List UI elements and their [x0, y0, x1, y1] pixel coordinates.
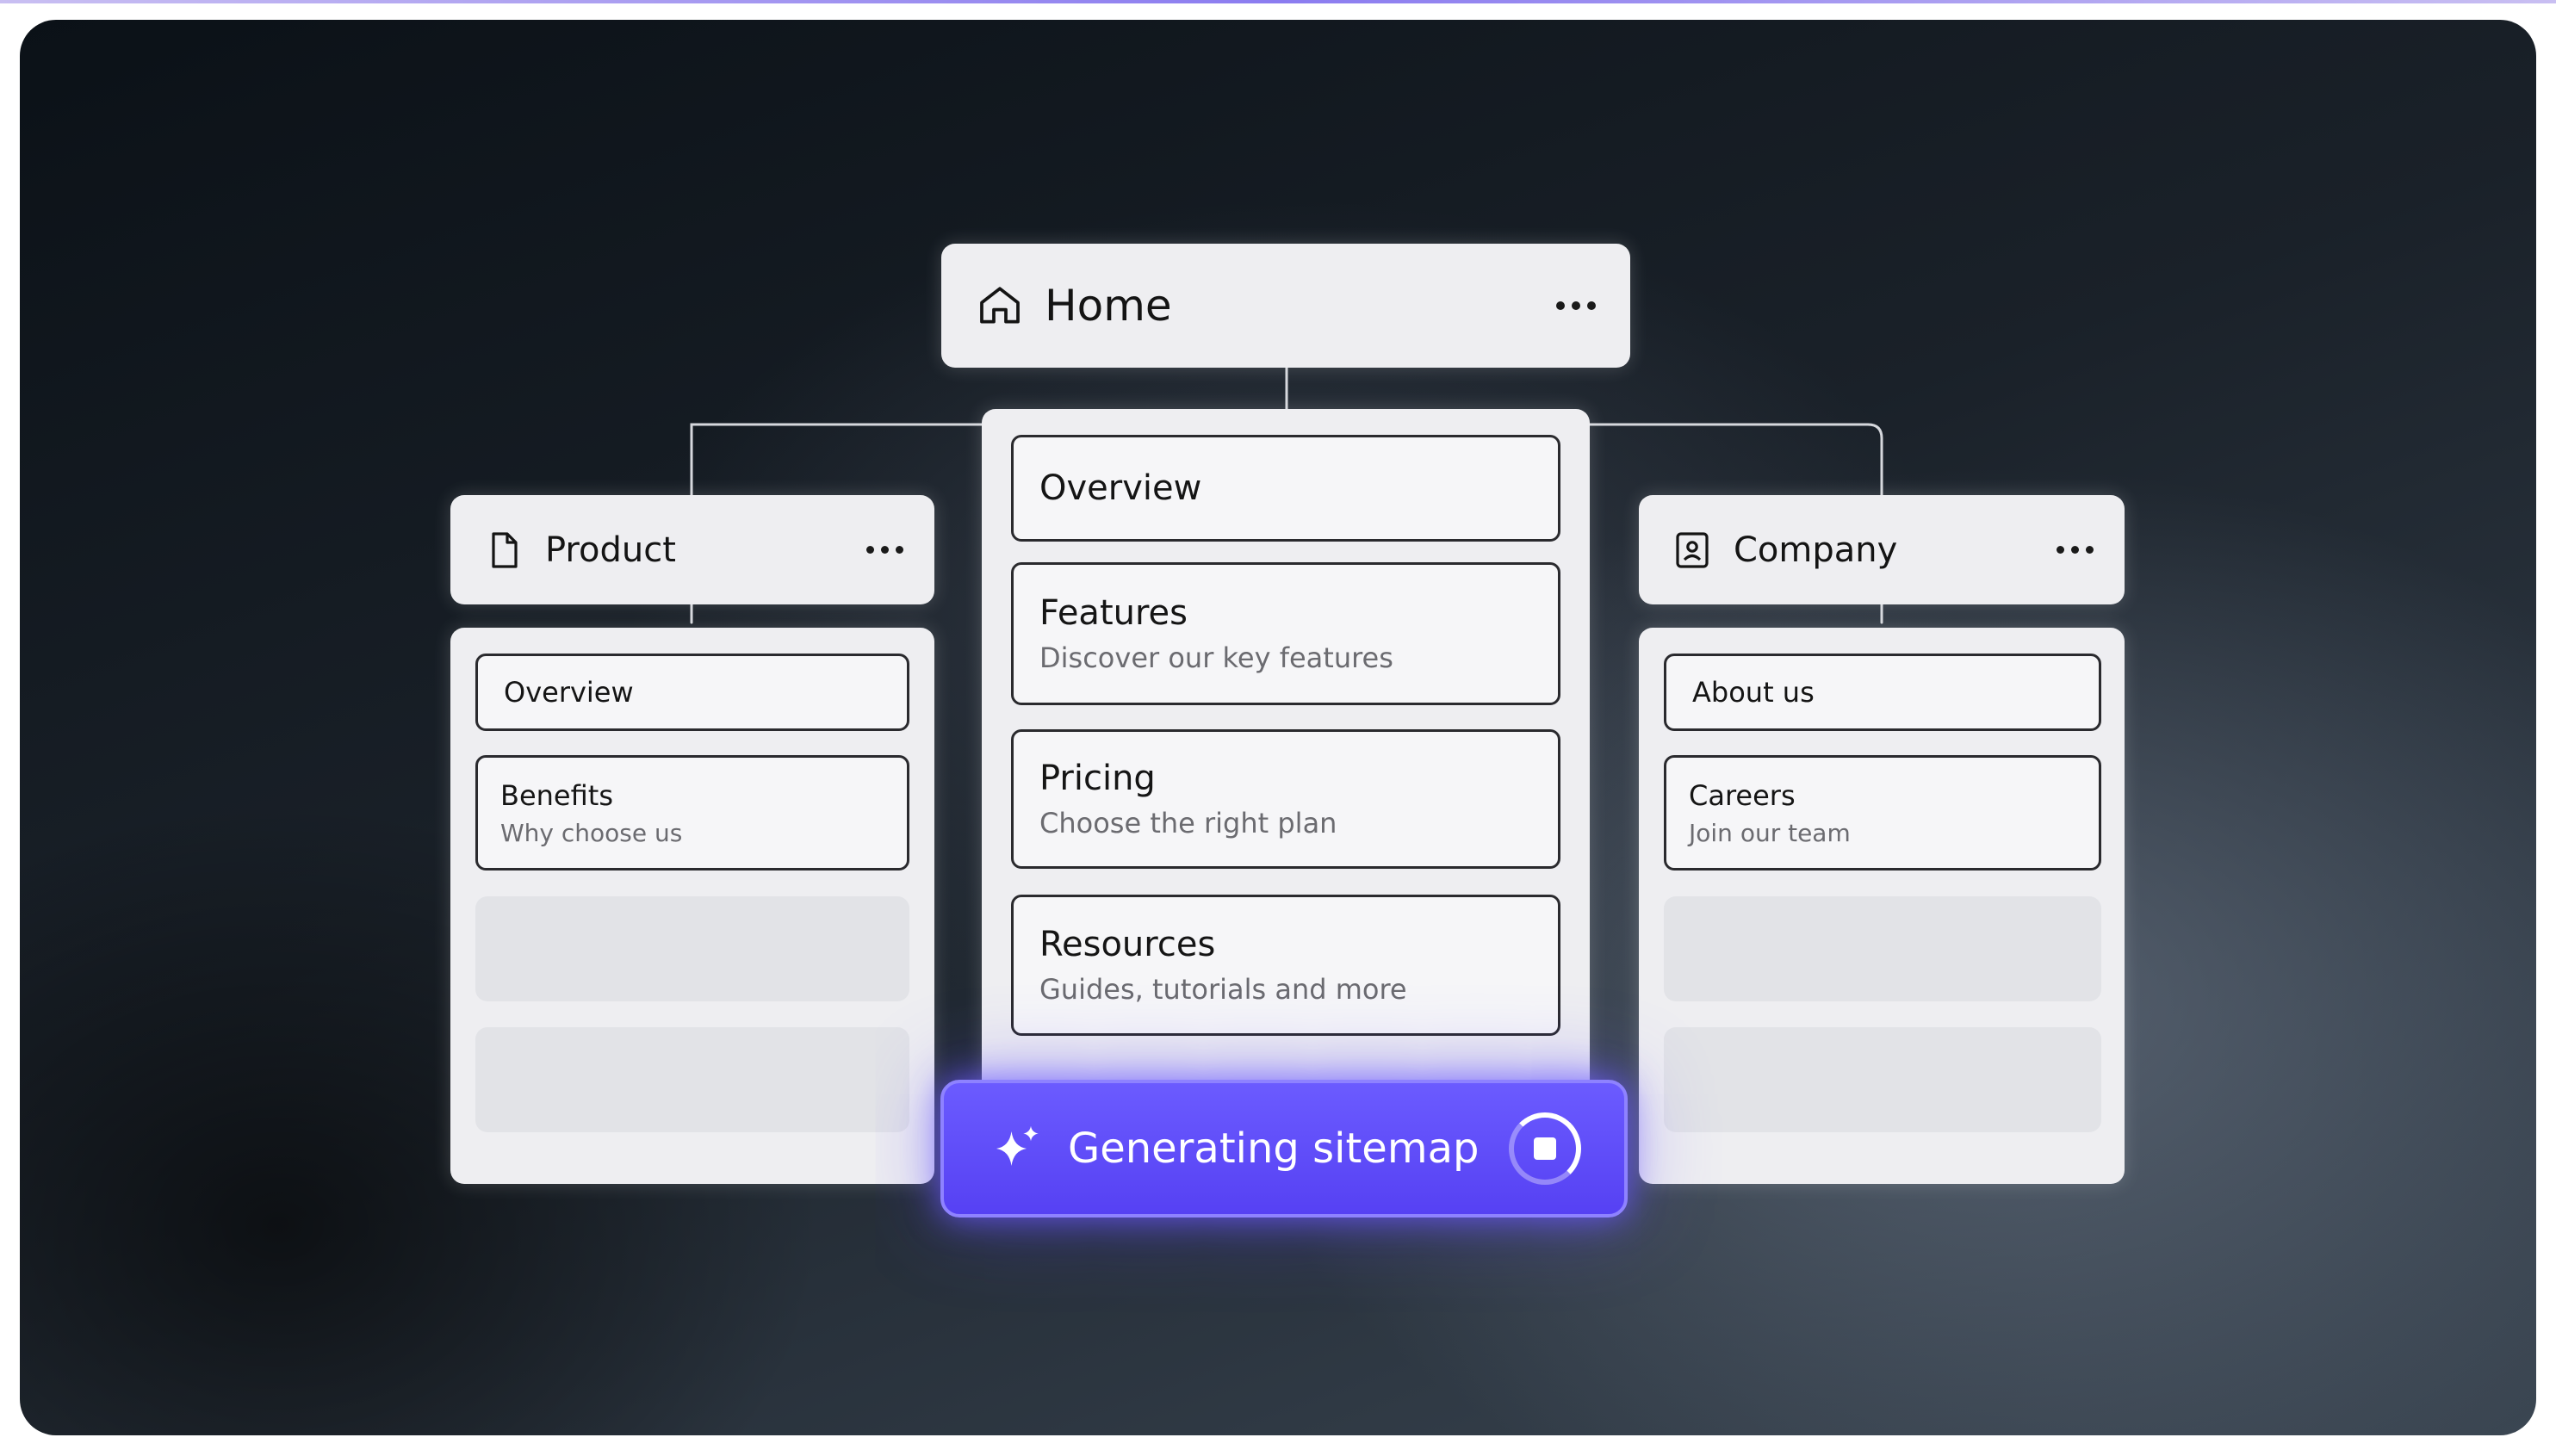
home-more-button[interactable]: [1556, 301, 1596, 310]
stop-icon: [1534, 1137, 1556, 1160]
skeleton-placeholder: [1664, 896, 2101, 1001]
stop-generation-button[interactable]: [1509, 1112, 1581, 1185]
generating-label: Generating sitemap: [1068, 1125, 1480, 1173]
home-node[interactable]: Home: [941, 244, 1630, 368]
company-node[interactable]: Company: [1639, 495, 2125, 604]
canvas: Home Overview Features Discover our key …: [20, 20, 2536, 1435]
skeleton-placeholder: [1664, 1027, 2101, 1132]
company-title: Company: [1734, 530, 1898, 570]
company-item-about-us[interactable]: About us: [1664, 654, 2101, 731]
home-item-pricing[interactable]: Pricing Choose the right plan: [1011, 729, 1560, 869]
home-title: Home: [1045, 281, 1172, 331]
company-item-careers[interactable]: Careers Join our team: [1664, 755, 2101, 871]
contact-card-icon: [1676, 531, 1709, 568]
skeleton-placeholder: [475, 1027, 909, 1132]
product-item-benefits[interactable]: Benefits Why choose us: [475, 755, 909, 871]
company-sections-panel: About us Careers Join our team: [1639, 628, 2125, 1184]
product-sections-panel: Overview Benefits Why choose us: [450, 628, 934, 1184]
home-item-features[interactable]: Features Discover our key features: [1011, 562, 1560, 705]
sparkle-icon: [996, 1125, 1039, 1166]
home-icon: [980, 287, 1020, 324]
home-item-overview[interactable]: Overview: [1011, 435, 1560, 542]
home-sections-panel: Overview Features Discover our key featu…: [982, 409, 1590, 1115]
top-accent-line: [0, 0, 2556, 3]
product-item-overview[interactable]: Overview: [475, 654, 909, 731]
product-node[interactable]: Product: [450, 495, 934, 604]
page-icon: [492, 531, 518, 568]
product-title: Product: [545, 530, 676, 570]
company-more-button[interactable]: [2057, 546, 2094, 554]
generating-sitemap-banner: Generating sitemap: [940, 1080, 1628, 1217]
product-more-button[interactable]: [866, 546, 903, 554]
home-item-resources[interactable]: Resources Guides, tutorials and more: [1011, 895, 1560, 1036]
skeleton-placeholder: [475, 896, 909, 1001]
